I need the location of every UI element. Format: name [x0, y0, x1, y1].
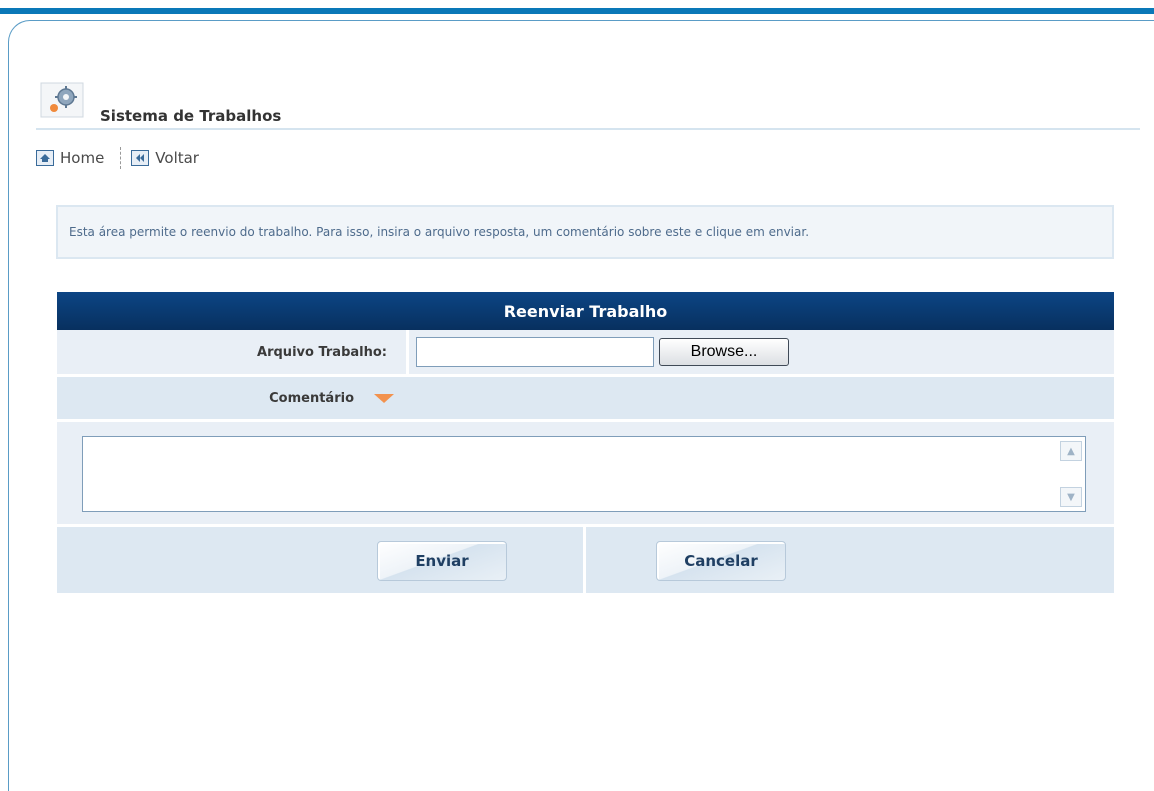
cancel-cell: Cancelar: [586, 527, 1112, 593]
comment-row: ▲ ▼: [57, 422, 1114, 527]
comment-label: Comentário: [269, 390, 354, 406]
scroll-up-icon[interactable]: ▲: [1060, 441, 1082, 461]
home-link[interactable]: Home: [36, 149, 104, 167]
comment-label-row: Comentário: [57, 377, 1114, 422]
file-label: Arquivo Trabalho:: [257, 344, 387, 360]
resend-form: Reenviar Trabalho Arquivo Trabalho: Brow…: [57, 292, 1114, 593]
scroll-down-icon[interactable]: ▼: [1060, 487, 1082, 507]
browse-button[interactable]: Browse...: [659, 338, 789, 366]
send-button[interactable]: Enviar: [377, 541, 507, 581]
back-icon: [131, 150, 150, 166]
top-accent-bar: [0, 8, 1154, 14]
breadcrumb-nav: Home Voltar: [36, 146, 199, 170]
home-label: Home: [60, 149, 105, 167]
nav-separator: [120, 147, 122, 169]
file-input[interactable]: [416, 337, 654, 367]
back-label: Voltar: [155, 149, 199, 167]
file-row: Arquivo Trabalho: Browse...: [57, 330, 1114, 377]
row-divider: [406, 330, 409, 374]
comment-textarea[interactable]: ▲ ▼: [82, 436, 1086, 512]
buttons-row: Enviar Cancelar: [57, 527, 1114, 593]
home-icon: [36, 150, 54, 166]
gear-icon: [40, 82, 84, 118]
info-message: Esta área permite o reenvio do trabalho.…: [56, 205, 1114, 259]
triangle-down-icon[interactable]: [374, 393, 394, 403]
title-divider: [36, 128, 1140, 130]
page-title: Sistema de Trabalhos: [100, 107, 282, 125]
back-link[interactable]: Voltar: [131, 149, 199, 167]
form-title: Reenviar Trabalho: [57, 292, 1114, 330]
cancel-button[interactable]: Cancelar: [656, 541, 786, 581]
send-cell: Enviar: [57, 527, 583, 593]
info-text: Esta área permite o reenvio do trabalho.…: [69, 225, 810, 239]
